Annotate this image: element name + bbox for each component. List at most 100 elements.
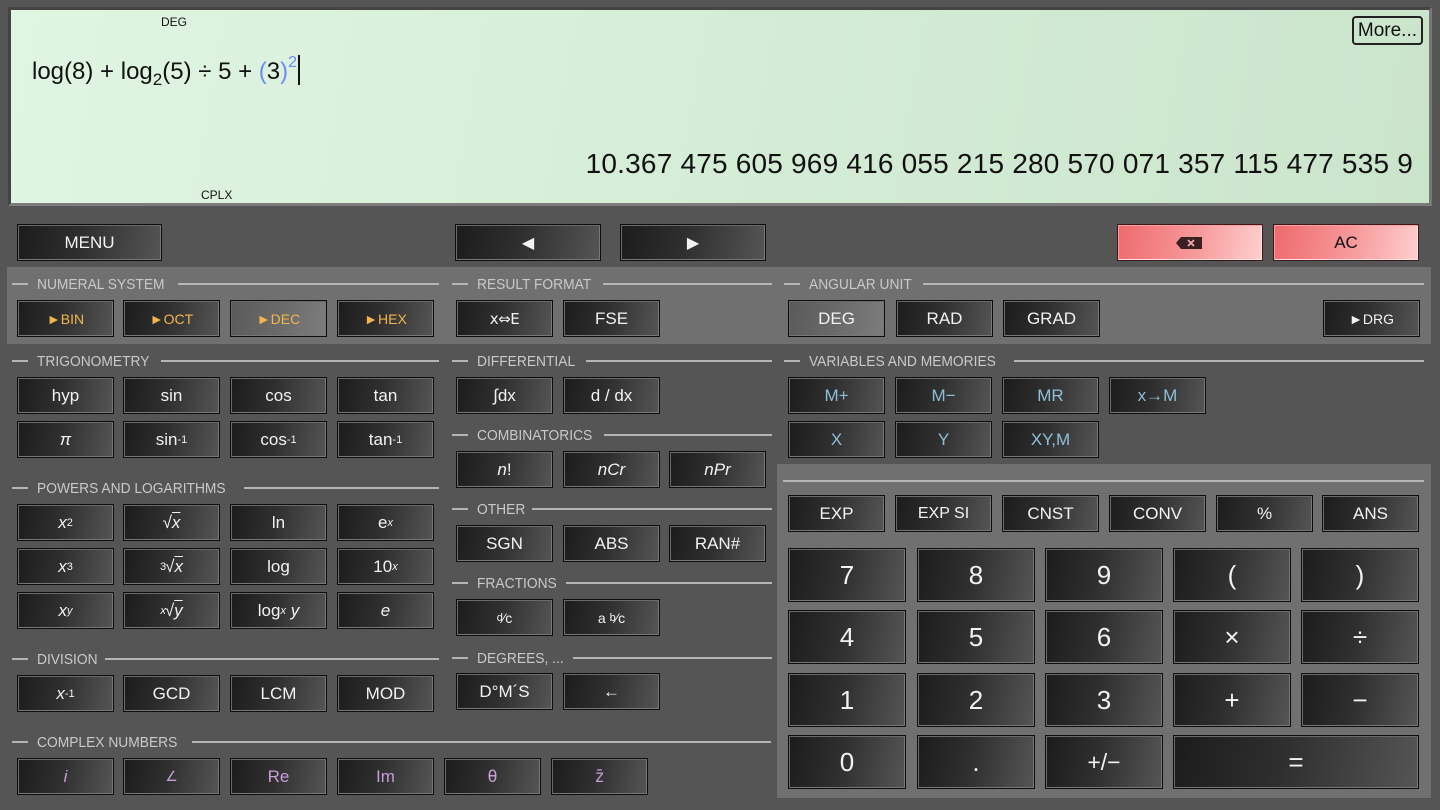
expr-log2-base: 2 <box>152 70 163 89</box>
memory-subtract-button[interactable]: M− <box>895 377 992 414</box>
angle-button[interactable]: ∠ <box>123 758 220 795</box>
arctan-button[interactable]: tan -1 <box>337 421 434 458</box>
xth-root-button[interactable]: x √ y <box>123 592 220 629</box>
answer-button[interactable]: ANS <box>1322 495 1419 532</box>
hyp-button[interactable]: hyp <box>17 377 114 414</box>
log-button[interactable]: log <box>230 548 327 585</box>
decimal-point-button[interactable]: . <box>917 735 1035 789</box>
mixed-fraction-button[interactable]: a b ⁄c <box>563 599 660 636</box>
digit-2-button[interactable]: 2 <box>917 673 1035 727</box>
conversion-button[interactable]: CONV <box>1109 495 1206 532</box>
cos-button[interactable]: cos <box>230 377 327 414</box>
derivative-button[interactable]: d / dx <box>563 377 660 414</box>
x-sup: x <box>387 516 393 529</box>
more-button[interactable]: More... <box>1351 16 1423 45</box>
bin-button[interactable]: ►BIN <box>17 300 114 337</box>
deg-button[interactable]: DEG <box>788 300 885 337</box>
x-sup: x <box>392 560 398 573</box>
x-exp-toggle-button[interactable]: x⇔E <box>456 300 553 337</box>
square-button[interactable]: x2 <box>17 504 114 541</box>
constants-button[interactable]: CNST <box>1002 495 1099 532</box>
lcm-button[interactable]: LCM <box>230 675 327 712</box>
digit-9-button[interactable]: 9 <box>1045 548 1163 602</box>
oct-button[interactable]: ►OCT <box>123 300 220 337</box>
ncr-button[interactable]: n Cr <box>563 451 660 488</box>
tan-button[interactable]: tan <box>337 377 434 414</box>
exp-si-button[interactable]: EXP SI <box>895 495 992 532</box>
digit-3-button[interactable]: 3 <box>1045 673 1163 727</box>
cursor-left-button[interactable]: ◀ <box>455 224 601 261</box>
reciprocal-button[interactable]: x -1 <box>17 675 114 712</box>
ln-button[interactable]: ln <box>230 504 327 541</box>
digit-8-button[interactable]: 8 <box>917 548 1035 602</box>
fraction-button[interactable]: d ⁄c <box>456 599 553 636</box>
cube-button[interactable]: x3 <box>17 548 114 585</box>
grad-button[interactable]: GRAD <box>1003 300 1100 337</box>
digit-6-button[interactable]: 6 <box>1045 610 1163 664</box>
power-button[interactable]: xy <box>17 592 114 629</box>
memory-add-button[interactable]: M+ <box>788 377 885 414</box>
dms-button[interactable]: D°M´S <box>456 673 553 710</box>
variables-xym-button[interactable]: XY,M <box>1002 421 1099 458</box>
divide-button[interactable]: ÷ <box>1301 610 1419 664</box>
euler-constant-button[interactable]: e <box>337 592 434 629</box>
backspace-button[interactable] <box>1117 224 1263 261</box>
sqrt-button[interactable]: √ x <box>123 504 220 541</box>
calculator-display: DEG CPLX More... log(8) + log2(5) ÷ 5 + … <box>8 7 1432 206</box>
section-variables-memories: VARIABLES AND MEMORIES <box>784 353 1424 370</box>
inverse-sup: -1 <box>286 433 297 446</box>
pi-button[interactable]: π <box>17 421 114 458</box>
abs-button[interactable]: ABS <box>563 525 660 562</box>
gcd-button[interactable]: GCD <box>123 675 220 712</box>
all-clear-button[interactable]: AC <box>1273 224 1419 261</box>
digit-0-button[interactable]: 0 <box>788 735 906 789</box>
factorial-button[interactable]: n! <box>456 451 553 488</box>
mod-button[interactable]: MOD <box>337 675 434 712</box>
x-label: x <box>56 683 65 703</box>
open-paren-button[interactable]: ( <box>1173 548 1291 602</box>
section-result-format: RESULT FORMAT <box>452 276 772 293</box>
minus-button[interactable]: − <box>1301 673 1419 727</box>
percent-button[interactable]: % <box>1216 495 1313 532</box>
conjugate-button[interactable]: z̄ <box>551 758 648 795</box>
npr-button[interactable]: n Pr <box>669 451 766 488</box>
equals-button[interactable]: = <box>1173 735 1419 789</box>
dec-button[interactable]: ►DEC <box>230 300 327 337</box>
integral-button[interactable]: ∫dx <box>456 377 553 414</box>
drg-convert-button[interactable]: ►DRG <box>1323 300 1420 337</box>
variable-x-button[interactable]: X <box>788 421 885 458</box>
fse-button[interactable]: FSE <box>563 300 660 337</box>
close-paren-button[interactable]: ) <box>1301 548 1419 602</box>
hex-button[interactable]: ►HEX <box>337 300 434 337</box>
log-base-button[interactable]: log x y <box>230 592 327 629</box>
digit-5-button[interactable]: 5 <box>917 610 1035 664</box>
digit-1-button[interactable]: 1 <box>788 673 906 727</box>
arccos-button[interactable]: cos -1 <box>230 421 327 458</box>
exp-e-button[interactable]: ex <box>337 504 434 541</box>
sgn-button[interactable]: SGN <box>456 525 553 562</box>
digit-7-button[interactable]: 7 <box>788 548 906 602</box>
random-button[interactable]: RAN# <box>669 525 766 562</box>
menu-button[interactable]: MENU <box>17 224 162 261</box>
dms-reverse-button[interactable]: ← <box>563 673 660 710</box>
imag-part-button[interactable]: Im <box>337 758 434 795</box>
imaginary-unit-button[interactable]: i <box>17 758 114 795</box>
exp-button[interactable]: EXP <box>788 495 885 532</box>
plus-button[interactable]: + <box>1173 673 1291 727</box>
ten-power-button[interactable]: 10 x <box>337 548 434 585</box>
digit-4-button[interactable]: 4 <box>788 610 906 664</box>
sin-button[interactable]: sin <box>123 377 220 414</box>
multiply-button[interactable]: × <box>1173 610 1291 664</box>
cursor-right-button[interactable]: ▶ <box>620 224 766 261</box>
expression-input[interactable]: log(8) + log2(5) ÷ 5 + (3)2 <box>32 54 301 90</box>
memory-recall-button[interactable]: MR <box>1002 377 1099 414</box>
store-memory-button[interactable]: x→M <box>1109 377 1206 414</box>
cube-root-button[interactable]: 3 √ x <box>123 548 220 585</box>
variable-y-button[interactable]: Y <box>895 421 992 458</box>
sign-toggle-button[interactable]: +/− <box>1045 735 1163 789</box>
real-part-button[interactable]: Re <box>230 758 327 795</box>
arcsin-button[interactable]: sin -1 <box>123 421 220 458</box>
argument-button[interactable]: θ <box>444 758 541 795</box>
rad-button[interactable]: RAD <box>896 300 993 337</box>
inverse-sup: -1 <box>392 433 403 446</box>
